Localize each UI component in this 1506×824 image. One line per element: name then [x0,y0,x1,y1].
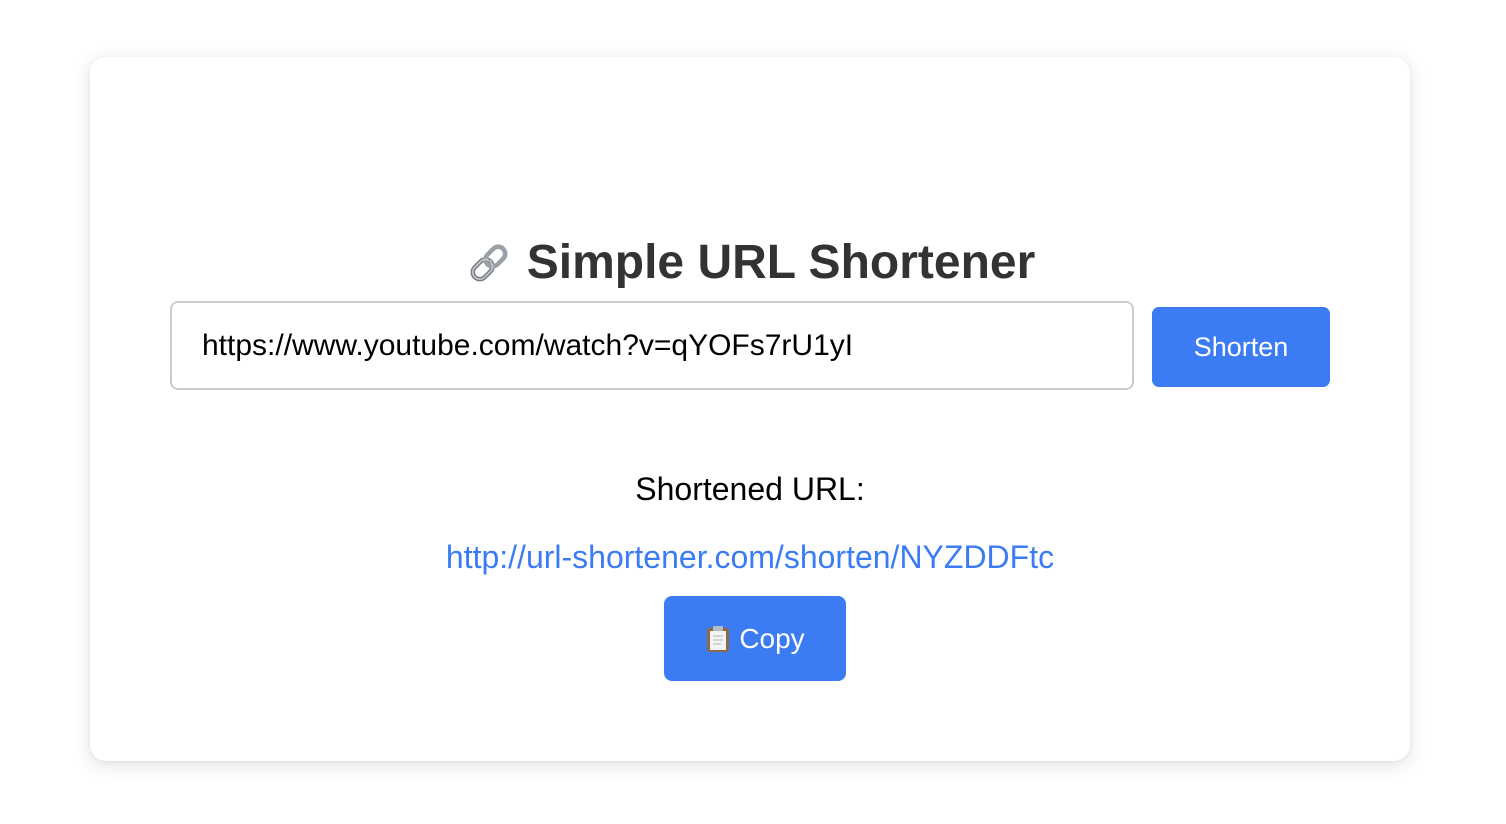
shortener-card: Simple URL Shortener Shorten Shortened U… [90,57,1410,761]
url-input[interactable] [170,301,1134,390]
shortened-url-link[interactable]: http://url-shortener.com/shorten/NYZDDFt… [90,537,1410,577]
copy-button-label: Copy [739,622,805,654]
page-title: Simple URL Shortener [526,236,1036,289]
title-row: Simple URL Shortener [90,235,1410,291]
copy-button[interactable]: Copy [664,596,846,681]
clipboard-icon [705,625,731,653]
shorten-button[interactable]: Shorten [1152,307,1330,387]
shortened-url-label: Shortened URL: [635,471,865,507]
link-icon [465,239,513,287]
